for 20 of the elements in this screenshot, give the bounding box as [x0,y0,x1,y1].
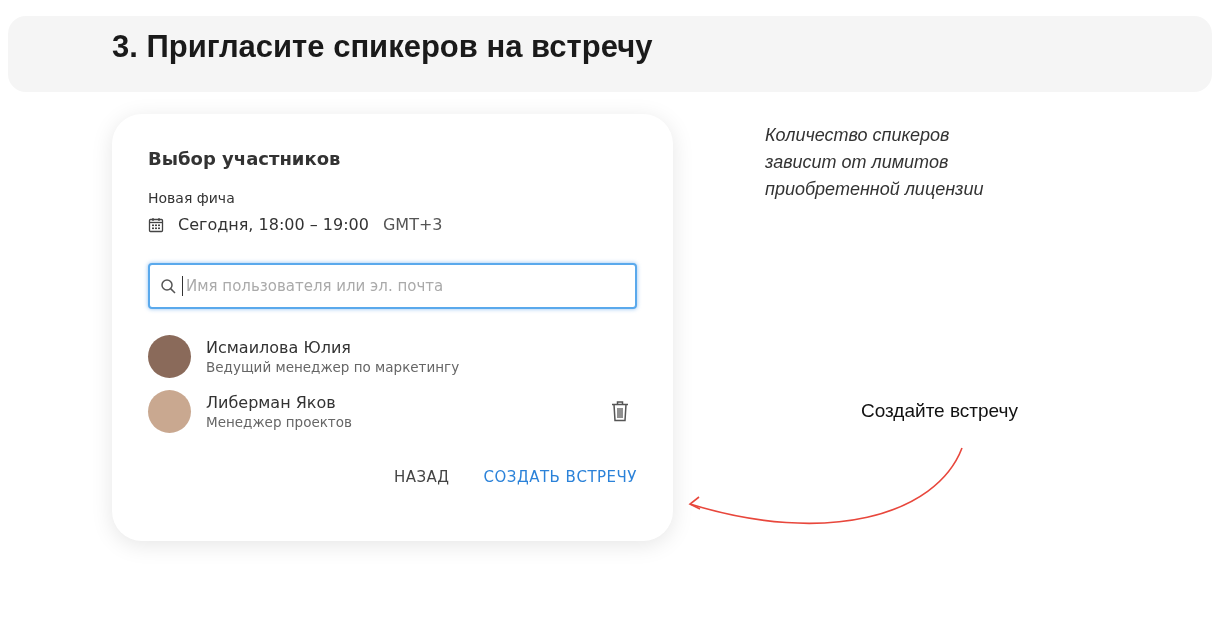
page-title: 3. Пригласите спикеров на встречу [112,29,653,65]
participant-name: Либерман Яков [206,392,337,412]
avatar [148,334,191,378]
text-cursor [182,276,183,296]
timezone: GMT+3 [382,215,443,234]
note-text: Количество спикеров зависит от лимитов приобретенной лицензии [765,124,985,201]
search-icon [160,278,176,294]
participant-role: Ведущий менеджер по маркетингу [206,358,461,375]
participant-role: Менеджер проектов [206,413,353,430]
avatar [148,389,191,433]
back-button[interactable]: НАЗАД [393,468,450,486]
event-name: Новая фича [148,190,236,206]
event-time: Сегодня, 18:00 – 19:00 [178,215,369,234]
participant-name: Исмаилова Юлия [206,337,352,357]
create-meeting-button[interactable]: СОЗДАТЬ ВСТРЕЧУ [483,468,637,486]
callout-text: Создайте встречу [861,400,1018,422]
dialog-title: Выбор участников [148,148,342,169]
delete-button[interactable] [611,400,629,422]
calendar-icon [148,216,164,233]
search-field[interactable]: Имя пользователя или эл. почта [148,263,637,309]
